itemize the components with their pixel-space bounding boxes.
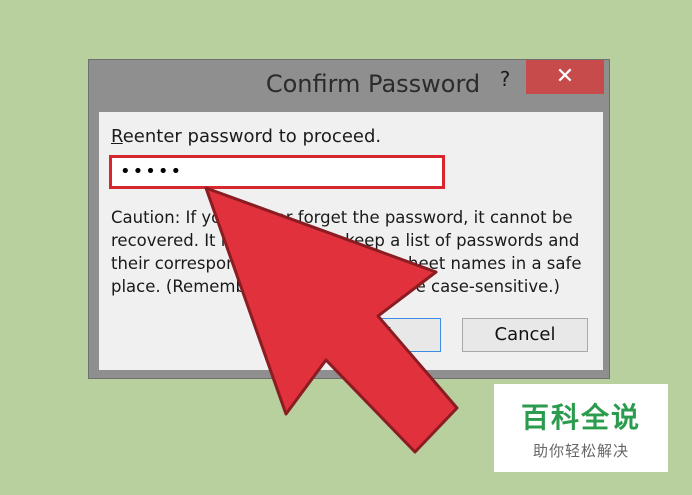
prompt-text: eenter password to proceed.: [122, 126, 382, 147]
confirm-password-dialog: Confirm Password ? ✕ Reenter password to…: [88, 59, 610, 379]
password-input[interactable]: •••••: [109, 155, 445, 189]
dialog-content: Reenter password to proceed. ••••• Cauti…: [99, 112, 603, 370]
cancel-button[interactable]: Cancel: [462, 318, 588, 352]
dialog-titlebar: Confirm Password ? ✕: [89, 60, 609, 110]
caution-text: Caution: If you lose or forget the passw…: [111, 208, 582, 296]
prompt-accelerator: R: [111, 126, 123, 147]
watermark-logo: 百科全说 助你轻松解决: [494, 384, 668, 472]
password-prompt-label: Reenter password to proceed.: [111, 126, 381, 147]
watermark-subtitle: 助你轻松解决: [532, 442, 629, 460]
close-button[interactable]: ✕: [526, 60, 604, 94]
help-icon[interactable]: ?: [492, 65, 518, 93]
ok-button[interactable]: OK: [315, 318, 441, 352]
close-icon: ✕: [555, 64, 575, 89]
watermark-title: 百科全说: [520, 401, 641, 434]
